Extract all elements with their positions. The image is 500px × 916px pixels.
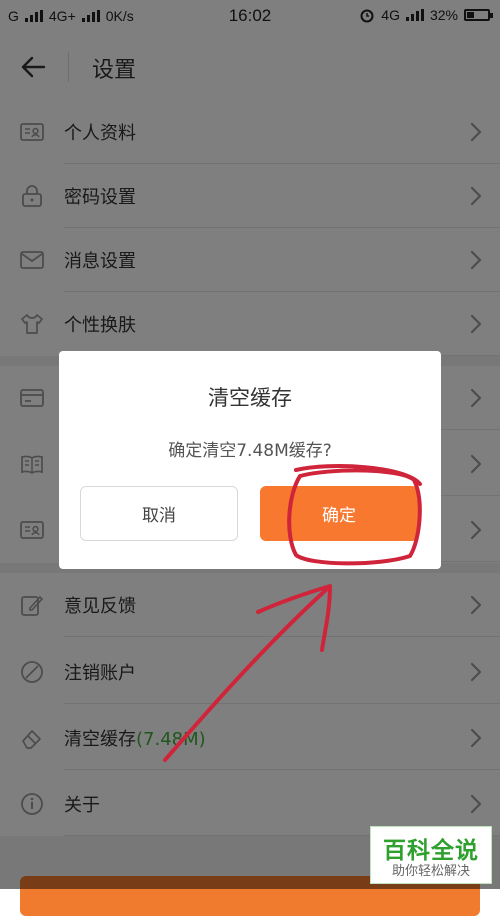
dialog-title: 清空缓存: [208, 386, 292, 410]
confirm-button[interactable]: 确定: [260, 486, 418, 541]
cancel-button[interactable]: 取消: [80, 486, 238, 541]
dialog-message: 确定清空7.48M缓存?: [168, 441, 332, 461]
watermark-logo: 百科全说 助你轻松解决: [370, 826, 492, 884]
watermark-subtitle: 助你轻松解决: [391, 864, 470, 879]
clear-cache-dialog: 清空缓存 确定清空7.48M缓存? 取消 确定: [59, 351, 441, 569]
